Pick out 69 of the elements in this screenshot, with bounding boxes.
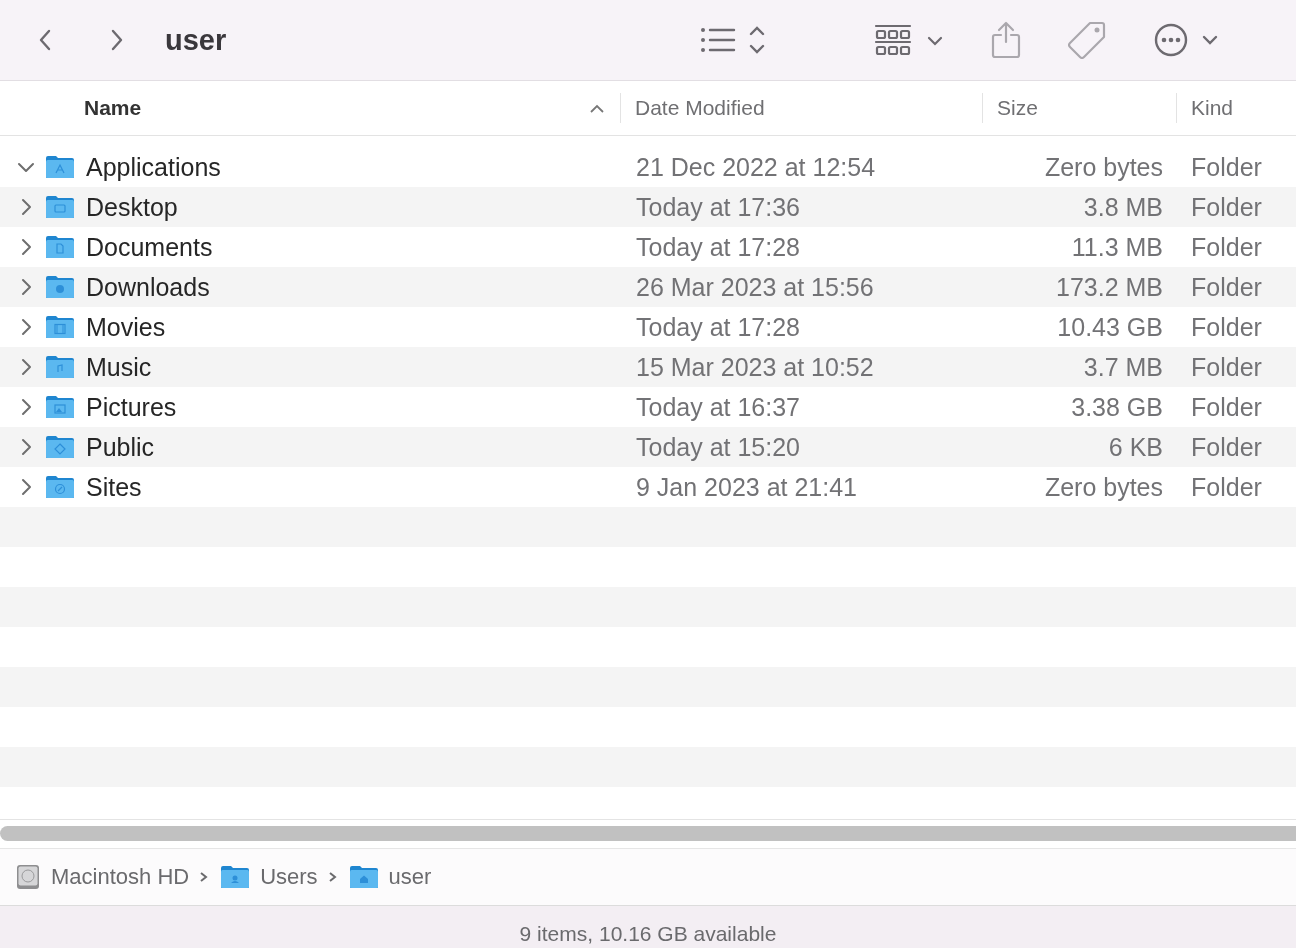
grid-button[interactable]: [874, 24, 945, 56]
file-kind: Folder: [1190, 432, 1263, 462]
file-kind: Folder: [1190, 232, 1263, 262]
chevron-right-icon: [327, 871, 337, 883]
column-header[interactable]: Size: [997, 96, 1038, 120]
file-size: 173.2 MB: [1055, 272, 1164, 302]
folder-icon: [45, 355, 75, 379]
file-name[interactable]: Sites: [86, 472, 142, 502]
path-item[interactable]: user: [388, 864, 432, 890]
file-kind: Folder: [1190, 392, 1263, 422]
folder-icon: [45, 155, 75, 179]
file-name[interactable]: Applications: [86, 152, 221, 182]
file-name[interactable]: Downloads: [86, 272, 210, 302]
more-icon: [1154, 23, 1219, 57]
file-size: 3.38 GB: [1070, 392, 1164, 422]
hard-drive-icon: [15, 864, 41, 890]
column-header[interactable]: Name: [84, 96, 142, 120]
folder-icon: [220, 865, 251, 889]
list-view-icon: [700, 25, 767, 55]
tag-icon: [1068, 21, 1107, 59]
status-text: 9 items, 10.16 GB available: [519, 922, 777, 946]
date-modified: 15 Mar 2023 at 10:52: [635, 352, 875, 382]
file-size: 10.43 GB: [1056, 312, 1164, 342]
path-item[interactable]: Macintosh HD: [51, 864, 190, 890]
date-modified: 21 Dec 2022 at 12:54: [635, 152, 877, 182]
file-name[interactable]: Music: [86, 352, 152, 382]
folder-icon: [45, 315, 75, 339]
share-icon: [990, 20, 1023, 60]
date-modified: Today at 16:37: [635, 392, 801, 422]
path-item[interactable]: Users: [260, 864, 318, 890]
column-header[interactable]: Kind: [1191, 96, 1234, 120]
window-title: user: [165, 23, 227, 57]
file-name[interactable]: Desktop: [86, 192, 178, 222]
file-name[interactable]: Documents: [86, 232, 213, 262]
file-size: 3.8 MB: [1082, 192, 1164, 222]
file-size: Zero bytes: [1043, 472, 1164, 502]
chevron-right-icon: [199, 871, 209, 883]
file-size: 11.3 MB: [1070, 232, 1164, 262]
scrollbar[interactable]: [0, 826, 1296, 841]
column-header[interactable]: Date Modified: [635, 96, 765, 120]
file-kind: Folder: [1190, 272, 1263, 302]
file-name[interactable]: Public: [86, 432, 155, 462]
file-size: 6 KB: [1107, 432, 1164, 462]
date-modified: Today at 17:28: [635, 312, 801, 342]
file-kind: Folder: [1190, 312, 1263, 342]
file-kind: Folder: [1190, 472, 1263, 502]
folder-icon: [348, 865, 379, 889]
date-modified: 9 Jan 2023 at 21:41: [635, 472, 859, 502]
file-size: 3.7 MB: [1082, 352, 1164, 382]
file-size: Zero bytes: [1043, 152, 1164, 182]
file-kind: Folder: [1190, 152, 1263, 182]
date-modified: 26 Mar 2023 at 15:56: [635, 272, 875, 302]
folder-icon: [45, 475, 75, 499]
folder-icon: [45, 195, 75, 219]
file-kind: Folder: [1190, 352, 1263, 382]
folder-icon: [45, 235, 75, 259]
date-modified: Today at 15:20: [635, 432, 801, 462]
date-modified: Today at 17:36: [635, 192, 801, 222]
file-name[interactable]: Pictures: [86, 392, 177, 422]
grid-icon: [874, 24, 945, 56]
date-modified: Today at 17:28: [635, 232, 801, 262]
list-view-button[interactable]: [700, 25, 767, 55]
folder-icon: [45, 395, 75, 419]
sort-caret-icon: [590, 103, 604, 113]
file-kind: Folder: [1190, 192, 1263, 222]
file-name[interactable]: Movies: [86, 312, 166, 342]
more-button[interactable]: [1154, 23, 1219, 57]
folder-icon: [45, 275, 75, 299]
folder-icon: [45, 435, 75, 459]
